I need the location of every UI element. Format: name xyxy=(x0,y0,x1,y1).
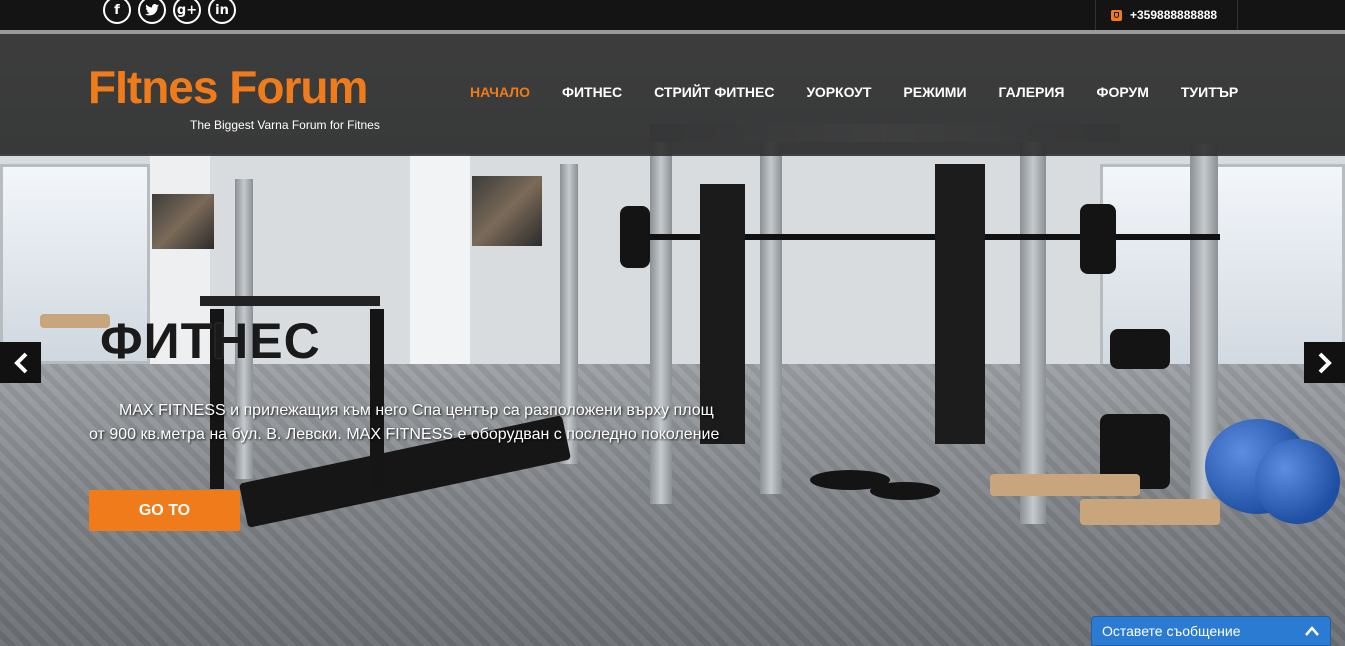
pillar xyxy=(410,154,470,394)
rack xyxy=(200,296,380,306)
linkedin-icon[interactable]: in xyxy=(208,0,236,24)
nav-item-fitness[interactable]: ФИТНЕС xyxy=(562,84,622,100)
chevron-up-icon xyxy=(1305,626,1319,636)
phone-contact[interactable]: +359888888888 xyxy=(1095,0,1238,30)
google-plus-icon[interactable]: g+ xyxy=(173,0,201,24)
wall-poster xyxy=(152,194,214,249)
machine-frame xyxy=(1020,124,1046,524)
nav-item-regimes[interactable]: РЕЖИМИ xyxy=(903,84,966,100)
nav-item-twitter[interactable]: ТУИТЪР xyxy=(1181,84,1238,100)
twitter-icon[interactable] xyxy=(138,0,166,24)
nav-item-workout[interactable]: УОРКОУТ xyxy=(806,84,871,100)
top-bar: f g+ in +359888888888 xyxy=(0,0,1345,34)
phone-number: +359888888888 xyxy=(1130,8,1218,22)
weight-plate xyxy=(1080,204,1116,274)
main-nav: НАЧАЛО ФИТНЕС СТРИЙТ ФИТНЕС УОРКОУТ РЕЖИ… xyxy=(470,84,1238,100)
chevron-left-icon xyxy=(13,352,27,373)
wall-poster xyxy=(472,176,542,246)
weight-stack xyxy=(935,164,985,444)
nav-item-forum[interactable]: ФОРУМ xyxy=(1097,84,1149,100)
fitness-ball xyxy=(1255,439,1340,524)
machine-frame xyxy=(650,124,672,504)
social-links: f g+ in xyxy=(103,0,236,24)
chat-label: Оставете съобщение xyxy=(1102,623,1241,639)
weight-plate xyxy=(620,206,650,268)
site-tagline: The Biggest Varna Forum for Fitnes xyxy=(190,118,380,132)
nav-item-home[interactable]: НАЧАЛО xyxy=(470,84,530,100)
chevron-right-icon xyxy=(1318,352,1332,373)
site-logo[interactable]: FItnes Forum xyxy=(88,62,368,112)
phone-icon xyxy=(1111,9,1122,21)
slider-prev-button[interactable] xyxy=(0,342,41,383)
chat-widget[interactable]: Оставете съобщение xyxy=(1091,616,1331,646)
facebook-icon[interactable]: f xyxy=(103,0,131,24)
go-to-button[interactable]: GO TO xyxy=(89,490,240,531)
weight-plate xyxy=(1110,329,1170,369)
bench-pad xyxy=(1080,499,1220,525)
slide-description: MAX FITNESS и прилежащия към него Спа це… xyxy=(89,402,720,443)
nav-item-street-fitness[interactable]: СТРИЙТ ФИТНЕС xyxy=(654,84,774,100)
bench-pad xyxy=(990,474,1140,496)
slider-next-button[interactable] xyxy=(1304,342,1345,383)
floor-plate xyxy=(870,482,940,500)
site-header: FItnes Forum The Biggest Varna Forum for… xyxy=(0,34,1345,156)
nav-item-gallery[interactable]: ГАЛЕРИЯ xyxy=(999,84,1065,100)
machine-frame xyxy=(760,134,782,494)
slide-title: ФИТНЕС xyxy=(100,313,321,369)
